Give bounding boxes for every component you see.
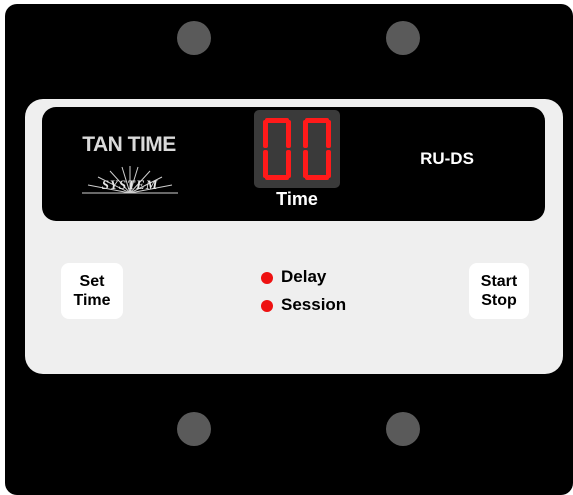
digit-1-segment-e (303, 150, 308, 178)
digit-1-segment-c (326, 150, 331, 178)
display-label: Time (276, 189, 318, 209)
screw-bottom-right (386, 412, 420, 446)
session-led-icon (261, 300, 273, 312)
delay-led-icon (261, 272, 273, 284)
digit-0-segment-f (263, 120, 268, 148)
display-panel: TAN TIME SYSTEM Time RU-DS (42, 107, 545, 221)
set-time-label-line2: Time (73, 292, 111, 309)
start-stop-label-line2: Stop (481, 292, 517, 309)
seven-segment-digits (263, 118, 331, 180)
digit-1-segment-d (305, 175, 329, 180)
digit-0-segment-c (286, 150, 291, 178)
digit-1-segment-b (326, 120, 331, 148)
model-name: RU-DS (420, 149, 474, 168)
set-time-label-line1: Set (79, 273, 105, 290)
brand-subtitle: SYSTEM (101, 177, 159, 192)
control-faceplate: TAN TIME SYSTEM Time RU-DS Set Time Dela… (25, 99, 563, 374)
digit-0-segment-a (265, 118, 289, 123)
digit-0-segment-e (263, 150, 268, 178)
screw-top-left (177, 21, 211, 55)
brand-logo: TAN TIME SYSTEM (70, 133, 200, 208)
device-panel: TAN TIME SYSTEM Time RU-DS Set Time Dela… (5, 4, 573, 495)
start-stop-button[interactable]: Start Stop (469, 263, 529, 319)
screw-top-right (386, 21, 420, 55)
screw-bottom-left (177, 412, 211, 446)
digit-1-segment-f (303, 120, 308, 148)
session-label: Session (281, 295, 347, 314)
delay-label: Delay (281, 267, 327, 286)
digit-display (254, 110, 340, 188)
digit-0-segment-d (265, 175, 289, 180)
digit-1-segment-a (305, 118, 329, 123)
brand-title: TAN TIME (82, 133, 176, 156)
start-stop-label-line1: Start (480, 273, 518, 290)
set-time-button[interactable]: Set Time (61, 263, 123, 319)
digit-0-segment-b (286, 120, 291, 148)
